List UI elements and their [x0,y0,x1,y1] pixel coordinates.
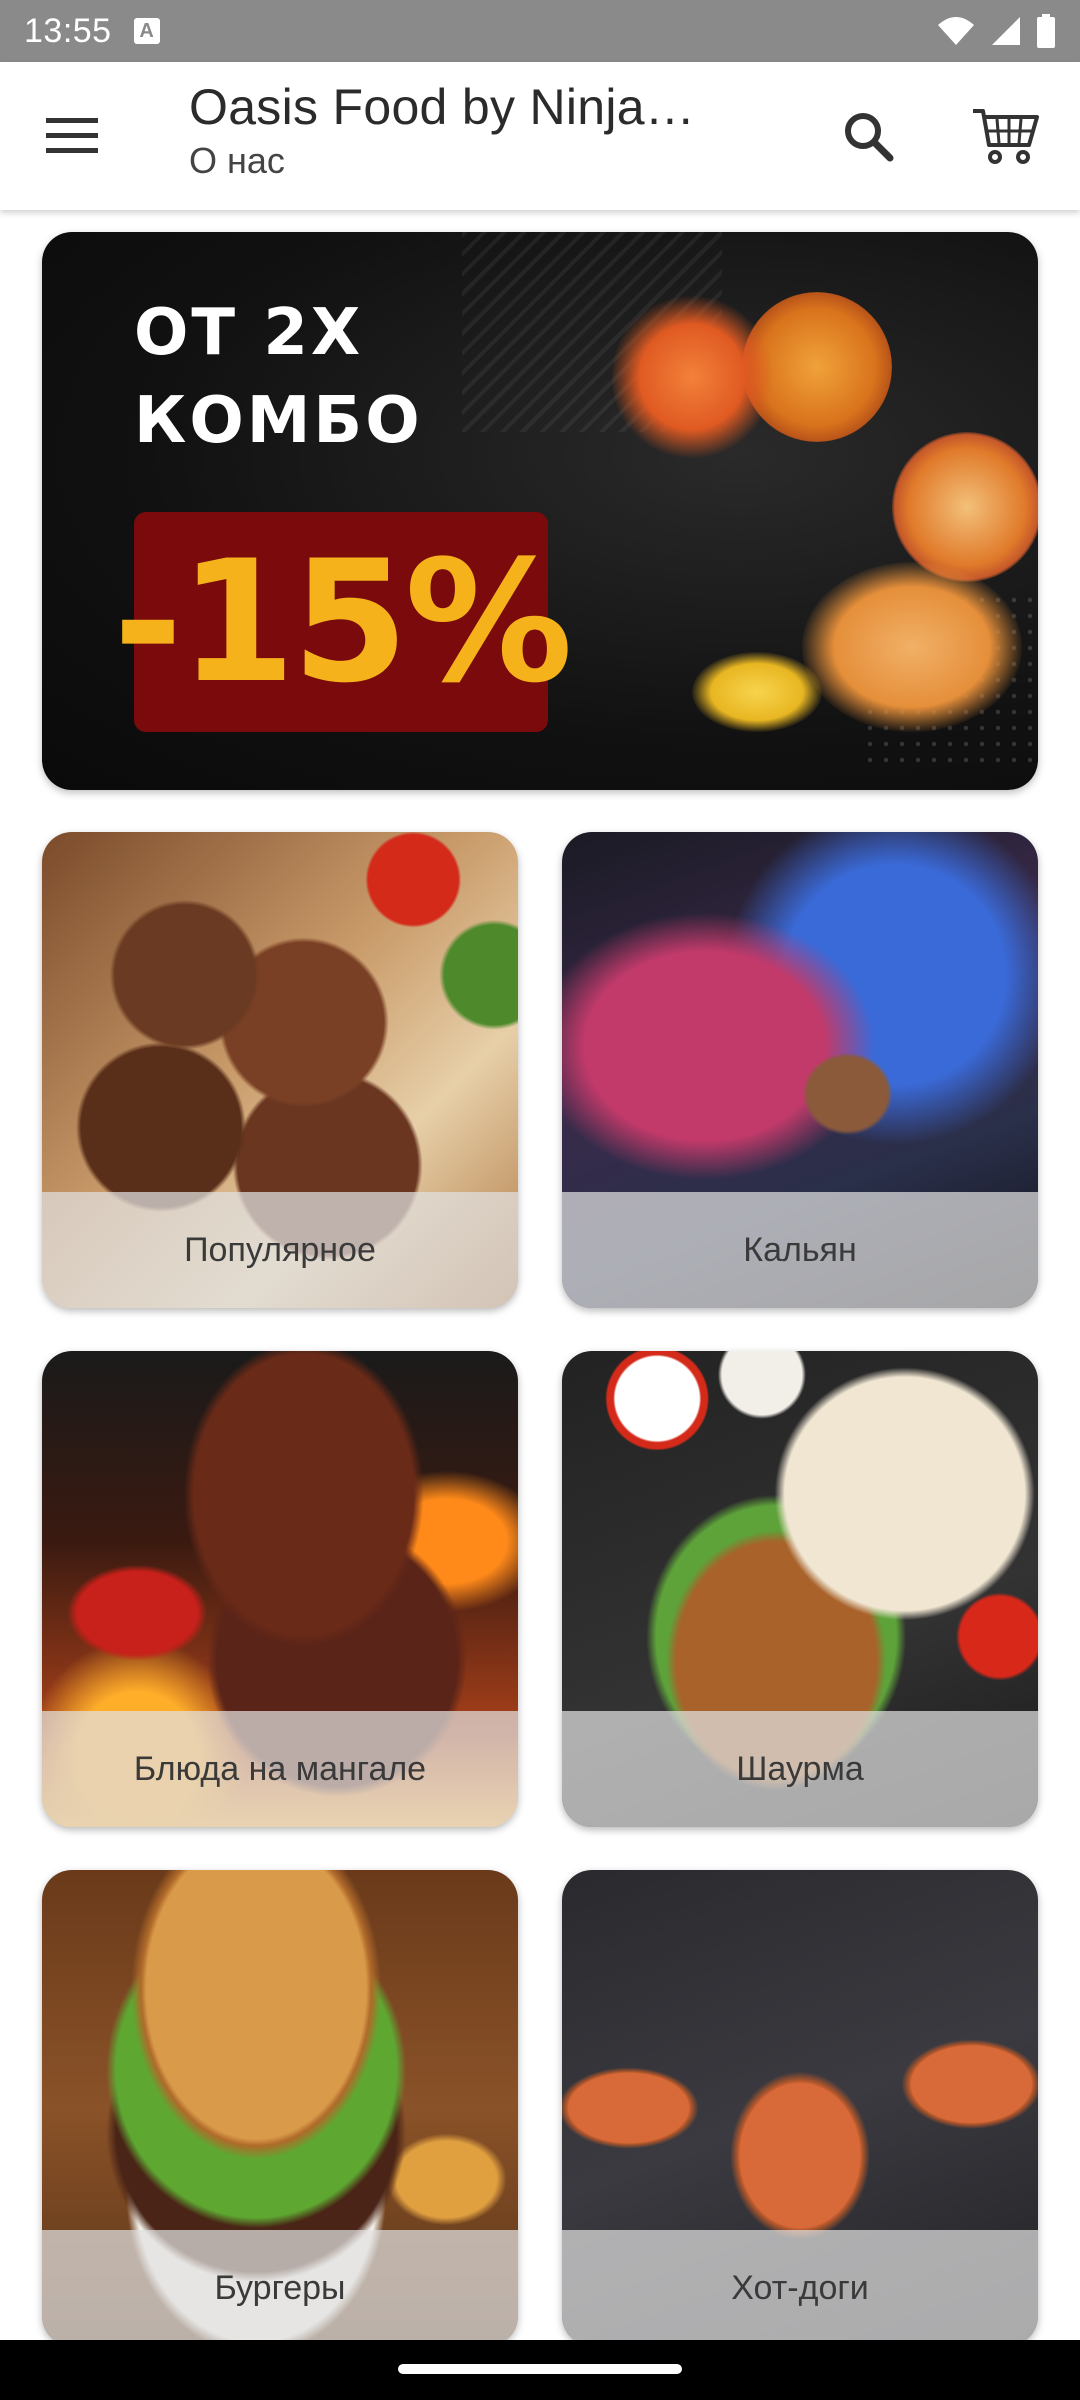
content-scroll[interactable]: ОТ 2Х КОМБО -15% Популярное Кальян Блюда… [0,210,1080,2340]
notification-icon: A [133,18,160,44]
category-card-burgers[interactable]: Бургеры [42,1870,518,2340]
signal-icon [992,17,1020,45]
menu-button[interactable] [34,104,110,168]
discount-badge: -15% [113,512,573,732]
pizza-image-2 [892,432,1038,582]
home-gesture-handle[interactable] [398,2364,682,2374]
banner-line2: КОМБО [134,384,423,458]
rolls-image [612,292,772,462]
banner-line1: ОТ 2Х [134,296,364,370]
category-card-grill[interactable]: Блюда на мангале [42,1351,518,1827]
status-bar: 13:55 A [0,0,1080,62]
page-title: Oasis Food by Ninja… [189,79,696,135]
about-us-link[interactable]: О нас [189,140,749,182]
category-label-bar: Хот-доги [562,2230,1038,2340]
wifi-icon [938,17,974,45]
system-nav-bar [0,2340,1080,2400]
category-label-bar: Блюда на мангале [42,1711,518,1827]
status-time: 13:55 [24,11,112,50]
category-card-hotdogs[interactable]: Хот-доги [562,1870,1038,2340]
category-label-bar: Бургеры [42,2230,518,2340]
category-card-hookah[interactable]: Кальян [562,832,1038,1308]
app-bar: Oasis Food by Ninja… О нас [0,62,1080,210]
cart-icon [973,109,1039,164]
category-label-bar: Кальян [562,1192,1038,1308]
search-button[interactable] [832,100,904,172]
battery-icon [1037,14,1055,48]
category-label-bar: Шаурма [562,1711,1038,1827]
menu-icon [46,118,98,153]
category-card-popular[interactable]: Популярное [42,832,518,1308]
category-label: Кальян [743,1230,857,1269]
fries-image [692,652,822,732]
category-card-shawarma[interactable]: Шаурма [562,1351,1038,1827]
category-label-bar: Популярное [42,1192,518,1308]
category-label: Шаурма [736,1749,864,1788]
category-label: Популярное [184,1230,376,1269]
title-block: Oasis Food by Ninja… О нас [189,78,749,182]
category-label: Блюда на мангале [133,1749,427,1788]
discount-text: -15% [113,524,573,720]
promo-banner[interactable]: ОТ 2Х КОМБО -15% [42,232,1038,790]
cart-button[interactable] [966,98,1046,174]
status-icons [936,14,1056,48]
category-label: Бургеры [214,2268,346,2307]
search-icon [845,113,894,162]
sushi-image [802,562,1022,732]
category-label: Хот-доги [731,2268,869,2307]
